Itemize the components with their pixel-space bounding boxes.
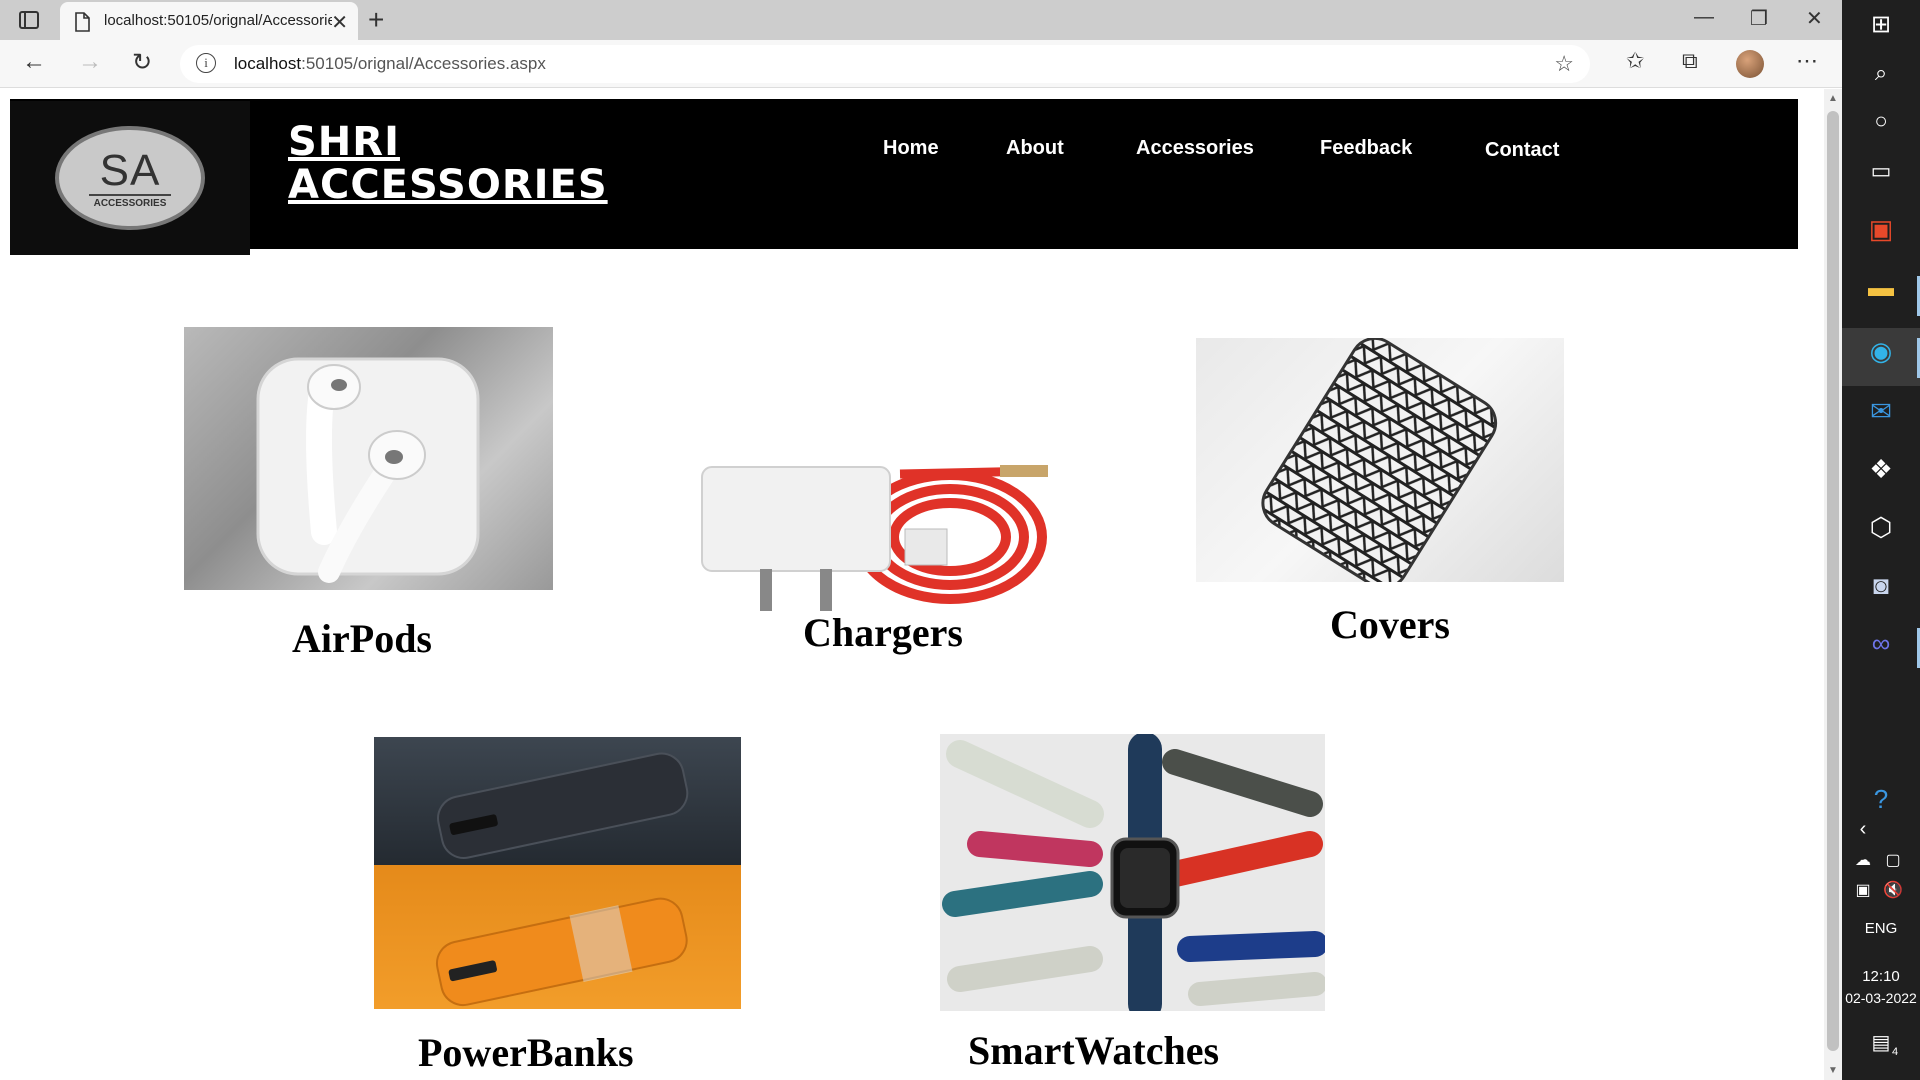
cortana-icon[interactable]: ○ (1842, 108, 1920, 134)
logo-divider (89, 194, 171, 196)
windows-taskbar: ⊞ ⌕ ○ ▭ ▣ ▬ ◉ ✉ ❖ ⬡ ◙ ∞ ? ‹ ☁ ▢ ▣ 🔇 ENG … (1842, 0, 1920, 1080)
app-icon[interactable]: ⬡ (1842, 512, 1920, 543)
address-toolbar: ← → ↻ i localhost:50105/orignal/Accessor… (0, 40, 1842, 88)
product-caption-airpods[interactable]: AirPods (292, 615, 432, 662)
task-view-icon[interactable]: ▭ (1842, 158, 1920, 184)
nav-accessories[interactable]: Accessories (1136, 137, 1254, 160)
more-icon[interactable]: ⋯ (1796, 48, 1818, 74)
clock-time[interactable]: 12:10 (1842, 968, 1920, 985)
chevron-left-icon[interactable]: ‹ (1824, 818, 1902, 841)
restore-icon[interactable]: ❐ (1750, 6, 1768, 31)
window-close-icon[interactable]: ✕ (1806, 6, 1823, 31)
office-icon[interactable]: ▣ (1842, 214, 1920, 245)
clock-date[interactable]: 02-03-2022 (1842, 990, 1920, 1006)
charger-image[interactable] (700, 419, 1055, 629)
url-text[interactable]: localhost:50105/orignal/Accessories.aspx (234, 54, 546, 74)
logo-main-text: SA (99, 146, 161, 195)
meet-icon[interactable]: ▢ (1854, 850, 1920, 870)
forward-icon[interactable]: → (78, 48, 102, 76)
collections-icon[interactable]: ⧉ (1682, 48, 1698, 74)
logo-emblem: SA ACCESSORIES (55, 126, 205, 230)
airpods-illustration (256, 357, 480, 583)
edge-icon[interactable]: ◉ (1842, 336, 1920, 367)
tab-strip: localhost:50105/orignal/Accessories.aspx… (0, 0, 1842, 40)
windows-icon[interactable]: ⊞ (1842, 10, 1920, 39)
back-icon[interactable]: ← (22, 48, 46, 76)
brand-line-1: SHRI (288, 119, 400, 165)
phone-cover-illustration (1261, 338, 1498, 582)
dropbox-icon[interactable]: ❖ (1842, 454, 1920, 485)
notification-count: 4 (1891, 1046, 1899, 1058)
brand-title[interactable]: SHRI ACCESSORIES (288, 121, 608, 207)
scroll-down-icon[interactable]: ▼ (1828, 1065, 1838, 1076)
page-icon (75, 12, 90, 32)
camera-icon[interactable]: ◙ (1842, 570, 1920, 601)
nav-feedback[interactable]: Feedback (1320, 137, 1412, 160)
language-indicator[interactable]: ENG (1842, 920, 1920, 937)
tab-actions-icon[interactable] (18, 10, 40, 30)
mail-icon[interactable]: ✉ (1842, 396, 1920, 427)
search-icon[interactable]: ⌕ (1842, 60, 1920, 86)
nav-about[interactable]: About (1006, 137, 1064, 160)
favorites-icon[interactable]: ✩ (1626, 48, 1644, 74)
profile-avatar[interactable] (1736, 50, 1764, 78)
add-favorite-icon[interactable]: ☆ (1554, 51, 1574, 77)
minimize-icon[interactable]: — (1694, 6, 1714, 29)
powerbank-illustration (435, 752, 689, 1007)
refresh-icon[interactable]: ↻ (132, 48, 152, 77)
phone-cover-image[interactable] (1196, 338, 1564, 582)
mute-icon[interactable]: 🔇 (1854, 880, 1920, 900)
new-tab-icon[interactable]: + (368, 4, 384, 36)
info-icon[interactable]: i (196, 53, 216, 73)
smartwatch-image[interactable] (940, 734, 1325, 1011)
charger-illustration (701, 465, 1048, 611)
product-caption-chargers[interactable]: Chargers (803, 609, 963, 656)
site-header: SA ACCESSORIES SHRI ACCESSORIES Home Abo… (10, 99, 1798, 255)
url-path: :50105/orignal/Accessories.aspx (301, 54, 546, 73)
product-caption-powerbanks[interactable]: PowerBanks (418, 1029, 634, 1076)
product-caption-covers[interactable]: Covers (1330, 601, 1450, 648)
product-caption-smartwatches[interactable]: SmartWatches (968, 1027, 1219, 1074)
browser-tab[interactable]: localhost:50105/orignal/Accessories.aspx… (60, 2, 358, 40)
close-icon[interactable]: ✕ (331, 10, 348, 35)
site-logo[interactable]: SA ACCESSORIES (10, 101, 250, 255)
scroll-up-icon[interactable]: ▲ (1828, 93, 1838, 104)
powerbank-image[interactable] (374, 737, 741, 1009)
page-scrollbar[interactable]: ▲ ▼ (1824, 89, 1842, 1080)
help-icon[interactable]: ? (1842, 784, 1920, 815)
address-bar[interactable]: i localhost:50105/orignal/Accessories.as… (180, 45, 1590, 83)
browser-window: localhost:50105/orignal/Accessories.aspx… (0, 0, 1842, 1080)
nav-contact[interactable]: Contact (1485, 139, 1559, 162)
nav-home[interactable]: Home (883, 137, 939, 160)
logo-sub-text: ACCESSORIES (93, 198, 167, 209)
scrollbar-thumb[interactable] (1827, 111, 1839, 1051)
smartwatch-illustration (942, 734, 1325, 1011)
infinity-icon[interactable]: ∞ (1842, 628, 1920, 659)
page-content: SA ACCESSORIES SHRI ACCESSORIES Home Abo… (0, 89, 1824, 1080)
brand-line-2: ACCESSORIES (288, 162, 608, 208)
url-host: localhost (234, 54, 302, 73)
file-explorer-icon[interactable]: ▬ (1842, 272, 1920, 303)
tab-title: localhost:50105/orignal/Accessories.aspx (104, 12, 332, 29)
airpods-image[interactable] (184, 327, 553, 590)
